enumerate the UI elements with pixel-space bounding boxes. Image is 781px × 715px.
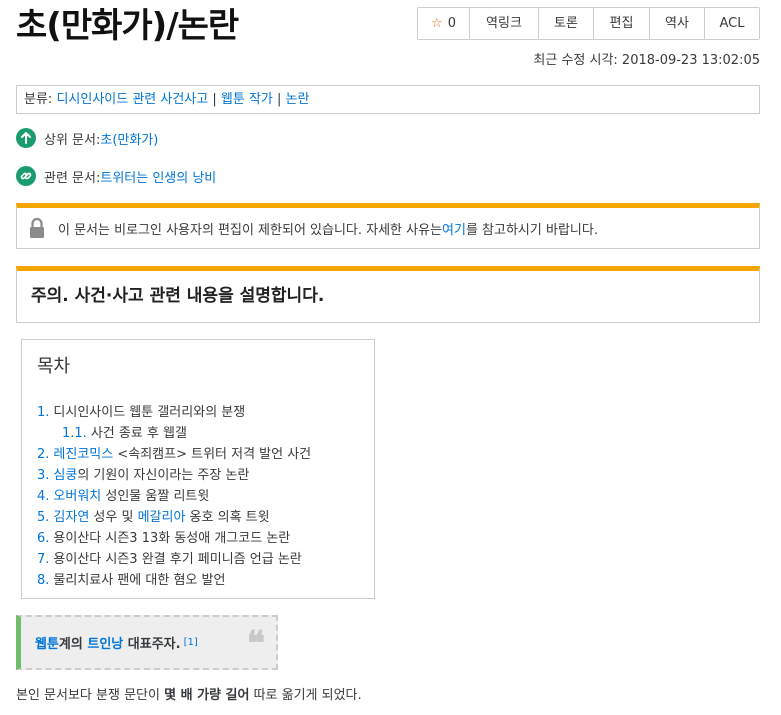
toc-item: 4. 오버워치 성인물 움짤 리트윗 <box>37 486 374 507</box>
toc-item: 7. 용이산다 시즌3 완결 후기 페미니즘 언급 논란 <box>37 549 374 570</box>
history-button[interactable]: 역사 <box>650 8 705 39</box>
body-bold: 몇 배 가량 길어 <box>164 688 250 703</box>
toc-number-link[interactable]: 1. <box>37 405 49 420</box>
footnote-ref[interactable]: [1] <box>184 637 198 648</box>
toc-inline-link[interactable]: 심쿵 <box>53 468 77 483</box>
star-button[interactable]: ☆ 0 <box>418 8 470 39</box>
warning-text: 주의. 사건·사고 관련 내용을 설명합니다. <box>31 286 325 306</box>
toc-item: 5. 김자연 성우 및 메갈리아 옹호 의혹 트윗 <box>37 507 374 528</box>
upper-doc-row: 상위 문서: 초(만화가) <box>16 128 158 148</box>
backlinks-button[interactable]: 역링크 <box>470 8 539 39</box>
related-doc-row: 관련 문서: 트위터는 인생의 낭비 <box>16 166 216 186</box>
page-title: 초(만화가)/논란 <box>16 6 239 46</box>
category-link[interactable]: 논란 <box>286 92 310 107</box>
edit-restriction-notice: 이 문서는 비로그인 사용자의 편집이 제한되어 있습니다. 자세한 사유는 여… <box>16 203 760 249</box>
category-box: 분류: 디시인사이드 관련 사건사고 | 웹툰 작가 | 논란 <box>16 85 760 114</box>
toc-list: 1. 디시인사이드 웹툰 갤러리와의 분쟁 1.1. 사건 종료 후 웹갤 2. 레진코믹… <box>37 402 374 591</box>
body-text: 본인 문서보다 분쟁 문단이 <box>16 688 165 703</box>
toc-item: 3. 심쿵의 기원이 자신이라는 주장 논란 <box>37 465 374 486</box>
toc-item: 1. 디시인사이드 웹툰 갤러리와의 분쟁 <box>37 402 374 423</box>
arrow-up-icon <box>16 128 36 148</box>
toc-inline-link[interactable]: 김자연 <box>53 510 89 525</box>
category-link[interactable]: 웹툰 작가 <box>221 92 273 107</box>
category-separator: | <box>272 92 286 107</box>
quote-link[interactable]: 웹툰 <box>35 637 59 652</box>
body-paragraph: 본인 문서보다 분쟁 문단이 몇 배 가량 길어 따로 옮기게 되었다. <box>16 684 362 703</box>
incident-warning: 주의. 사건·사고 관련 내용을 설명합니다. <box>16 266 760 323</box>
toc-text: 옹호 의혹 트윗 <box>185 510 270 525</box>
notice-text-end: 를 참고하시기 바랍니다. <box>465 222 598 238</box>
toc-item: 2. 레진코믹스 <속죄캠프> 트위터 저격 발언 사건 <box>37 444 374 465</box>
toc-number-link[interactable]: 8. <box>37 573 49 588</box>
toc-text: 사건 종료 후 웹갤 <box>90 426 187 441</box>
body-text-end: 따로 옮기게 되었다. <box>249 688 362 703</box>
toc-number-link[interactable]: 2. <box>37 447 49 462</box>
toc-title: 목차 <box>37 356 71 377</box>
toc-number-link[interactable]: 3. <box>37 468 49 483</box>
quote-fragment: 대표주자. <box>123 637 181 652</box>
acl-button[interactable]: ACL <box>705 8 759 39</box>
document-actions: ☆ 0 역링크 토론 편집 역사 ACL <box>417 7 760 40</box>
toc-item: 6. 용이산다 시즌3 13화 동성애 개그코드 논란 <box>37 528 374 549</box>
toc-number-link[interactable]: 1.1. <box>62 426 87 441</box>
toc-number-link[interactable]: 7. <box>37 552 49 567</box>
notice-text: 이 문서는 비로그인 사용자의 편집이 제한되어 있습니다. 자세한 사유는 <box>58 222 443 238</box>
quote-fragment: 계의 <box>58 637 88 652</box>
toc-text: 물리치료사 팬에 대한 혐오 발언 <box>53 573 226 588</box>
upper-doc-label: 상위 문서: <box>44 132 101 148</box>
notice-link[interactable]: 여기 <box>442 219 466 238</box>
table-of-contents: 목차 1. 디시인사이드 웹툰 갤러리와의 분쟁 1.1. 사건 종료 후 웹갤 2. 레… <box>21 339 375 599</box>
toc-number-link[interactable]: 4. <box>37 489 49 504</box>
category-prefix: 분류: <box>24 92 57 107</box>
toc-text: 용이산다 시즌3 13화 동성애 개그코드 논란 <box>53 531 291 546</box>
toc-text: 성우 및 <box>89 510 138 525</box>
quote-link[interactable]: 트인낭 <box>87 637 123 652</box>
toc-number-link[interactable]: 5. <box>37 510 49 525</box>
edit-button[interactable]: 편집 <box>594 8 650 39</box>
category-link[interactable]: 디시인사이드 관련 사건사고 <box>56 92 208 107</box>
toc-text: 성인물 움짤 리트윗 <box>101 489 210 504</box>
link-icon <box>16 166 36 186</box>
related-doc-label: 관련 문서: <box>44 170 101 186</box>
lock-icon <box>29 217 45 239</box>
category-separator: | <box>208 92 221 107</box>
upper-doc-link[interactable]: 초(만화가) <box>100 129 158 148</box>
toc-item: 8. 물리치료사 팬에 대한 혐오 발언 <box>37 570 374 591</box>
quote-box: 웹툰계의 트인낭 대표주자. [1] ❝ <box>16 615 278 670</box>
star-icon: ☆ <box>431 16 443 31</box>
toc-text: <속죄캠프> 트위터 저격 발언 사건 <box>113 447 312 462</box>
toc-text: 의 기원이 자신이라는 주장 논란 <box>77 468 250 483</box>
last-modified: 최근 수정 시각: 2018-09-23 13:02:05 <box>533 53 760 68</box>
toc-inline-link[interactable]: 메갈리아 <box>138 510 186 525</box>
toc-number-link[interactable]: 6. <box>37 531 49 546</box>
toc-inline-link[interactable]: 오버워치 <box>53 489 101 504</box>
toc-inline-link[interactable]: 레진코믹스 <box>53 447 113 462</box>
toc-text: 디시인사이드 웹툰 갤러리와의 분쟁 <box>53 405 246 420</box>
star-count: 0 <box>447 16 456 31</box>
quote-text: 웹툰계의 트인낭 대표주자. <box>35 633 181 652</box>
discuss-button[interactable]: 토론 <box>539 8 594 39</box>
toc-item: 1.1. 사건 종료 후 웹갤 <box>37 423 374 444</box>
related-doc-link[interactable]: 트위터는 인생의 낭비 <box>100 167 216 186</box>
toc-text: 용이산다 시즌3 완결 후기 페미니즘 언급 논란 <box>53 552 302 567</box>
quote-icon: ❝ <box>246 624 265 664</box>
